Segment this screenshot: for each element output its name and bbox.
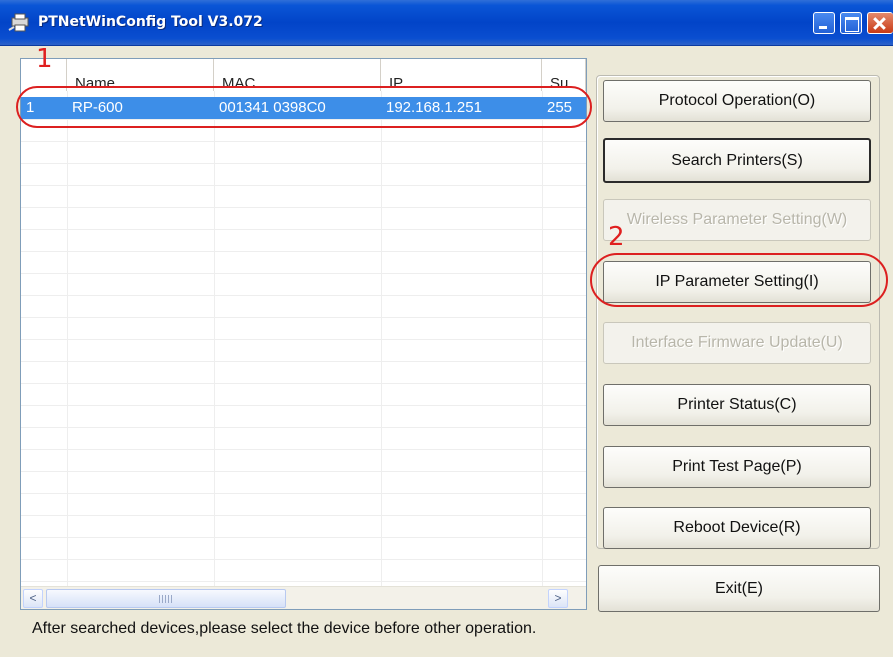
status-message: After searched devices,please select the… [32, 620, 537, 637]
annotation-step-2: 2 [608, 222, 625, 252]
grid-line [21, 559, 586, 560]
grid-line [21, 317, 586, 318]
grip-icon [159, 595, 173, 603]
annotation-step-1: 1 [36, 44, 53, 74]
horizontal-scrollbar[interactable]: < > [21, 586, 586, 609]
main-window: PTNetWinConfig Tool V3.072 Name MAC IP S… [0, 0, 893, 657]
protocol-operation-button[interactable]: Protocol Operation(O) [603, 80, 871, 122]
wireless-parameter-button[interactable]: Wireless Parameter Setting(W) [603, 199, 871, 241]
grid-line [21, 449, 586, 450]
grid-line [21, 515, 586, 516]
printer-status-button[interactable]: Printer Status(C) [603, 384, 871, 426]
grid-line [21, 251, 586, 252]
annotation-ring-device-row [16, 86, 592, 128]
grid-line [21, 141, 586, 142]
scroll-right-button[interactable]: > [548, 589, 568, 608]
maximize-button[interactable] [840, 12, 862, 34]
grid-line [21, 537, 586, 538]
grid-line [542, 91, 543, 591]
scroll-left-button[interactable]: < [23, 589, 43, 608]
window-title: PTNetWinConfig Tool V3.072 [38, 14, 263, 30]
grid-line [21, 405, 586, 406]
grid-line [21, 383, 586, 384]
grid-line [21, 295, 586, 296]
firmware-update-button[interactable]: Interface Firmware Update(U) [603, 322, 871, 364]
grid-line [21, 229, 586, 230]
grid-line [21, 493, 586, 494]
grid-line [67, 91, 68, 591]
annotation-ring-ip-button [590, 253, 888, 307]
exit-button[interactable]: Exit(E) [598, 565, 880, 612]
grid-line [21, 207, 586, 208]
grid-line [21, 339, 586, 340]
grid-line [21, 471, 586, 472]
printer-network-icon [8, 13, 29, 32]
print-test-page-button[interactable]: Print Test Page(P) [603, 446, 871, 488]
grid-line [21, 185, 586, 186]
grid-line [21, 581, 586, 582]
close-button[interactable] [867, 12, 893, 34]
grid-line [21, 427, 586, 428]
grid-line [214, 91, 215, 591]
grid-line [381, 91, 382, 591]
grid-line [21, 361, 586, 362]
reboot-device-button[interactable]: Reboot Device(R) [603, 507, 871, 549]
grid-line [21, 273, 586, 274]
minimize-button[interactable] [813, 12, 835, 34]
grid-line [21, 163, 586, 164]
title-bar[interactable]: PTNetWinConfig Tool V3.072 [0, 0, 893, 46]
search-printers-button[interactable]: Search Printers(S) [603, 138, 871, 183]
scroll-thumb[interactable] [46, 589, 286, 608]
device-list[interactable]: Name MAC IP Su 1 RP-600 001341 0398C0 19… [20, 58, 587, 610]
